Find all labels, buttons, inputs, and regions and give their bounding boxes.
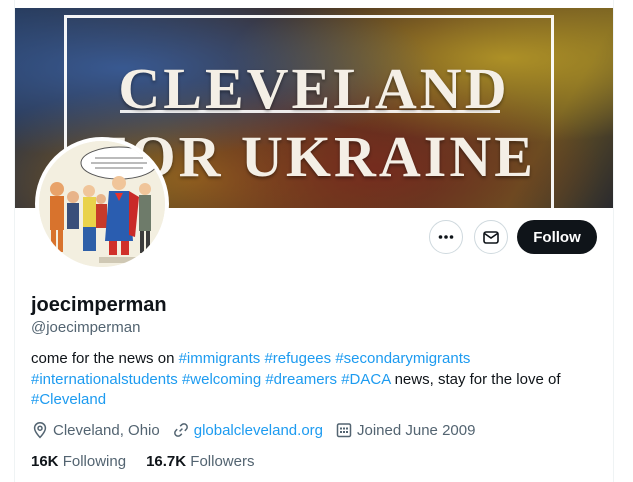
profile-meta: Cleveland, Ohio globalcleveland.org Join… <box>31 421 487 439</box>
followers-label: Followers <box>190 453 255 470</box>
message-button[interactable] <box>474 220 508 254</box>
follow-stats: 16K Following 16.7K Followers <box>31 453 274 470</box>
hashtag-link[interactable]: #welcoming <box>182 371 261 388</box>
hashtag-link[interactable]: #secondarymigrants <box>335 350 470 367</box>
hashtag-link[interactable]: #refugees <box>264 350 331 367</box>
profile-card: CLEVELAND FOR UKRAINE Follow joecimperma… <box>14 0 614 482</box>
location-text: Cleveland, Ohio <box>53 421 160 439</box>
bio-prefix: come for the news on <box>31 350 179 367</box>
bio-middle: news, stay for the love of <box>390 370 561 388</box>
profile-bio: come for the news on #immigrants #refuge… <box>31 349 591 411</box>
hashtag-link[interactable]: #Cleveland <box>31 391 106 408</box>
website-item: globalcleveland.org <box>172 421 323 439</box>
follow-button[interactable]: Follow <box>517 220 597 254</box>
username-handle: @joecimperman <box>31 319 141 336</box>
avatar[interactable] <box>35 137 169 271</box>
joined-date: Joined June 2009 <box>357 421 476 439</box>
hashtag-link[interactable]: #immigrants <box>179 350 261 367</box>
display-name: joecimperman <box>31 294 167 316</box>
followers-count: 16.7K <box>146 453 187 470</box>
envelope-icon <box>483 231 499 244</box>
joined-item: Joined June 2009 <box>335 421 475 439</box>
followers-link[interactable]: 16.7K Followers <box>146 453 254 470</box>
location-item: Cleveland, Ohio <box>31 421 160 439</box>
following-link[interactable]: 16K Following <box>31 453 126 470</box>
following-label: Following <box>62 453 127 470</box>
hashtag-link[interactable]: #dreamers <box>265 371 337 388</box>
calendar-icon <box>336 423 352 438</box>
hashtag-link[interactable]: #internationalstudents <box>31 371 178 388</box>
location-pin-icon <box>33 422 47 439</box>
website-link[interactable]: globalcleveland.org <box>194 422 323 439</box>
following-count: 16K <box>31 453 59 470</box>
banner-text-line1: CLEVELAND <box>118 56 510 121</box>
more-options-button[interactable] <box>429 220 463 254</box>
hashtag-link[interactable]: #DACA <box>341 371 390 388</box>
avatar-comic-image <box>39 141 165 267</box>
link-icon <box>173 423 188 437</box>
more-horizontal-icon <box>438 235 454 239</box>
